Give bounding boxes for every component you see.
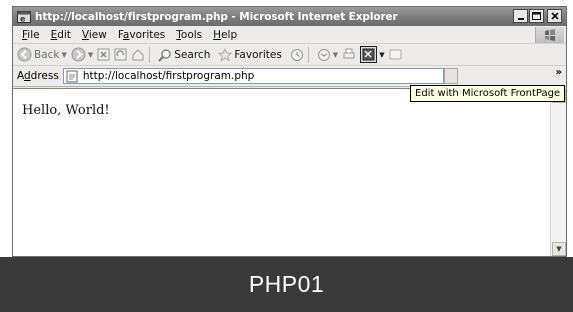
address-input[interactable]: http://localhost/firstprogram.php bbox=[62, 68, 444, 84]
search-button[interactable]: Search bbox=[158, 48, 210, 62]
window-title: http://localhost/firstprogram.php - Micr… bbox=[35, 10, 398, 23]
home-button[interactable] bbox=[131, 48, 145, 61]
print-icon bbox=[343, 48, 355, 59]
address-label-pre: A bbox=[17, 70, 24, 82]
toolbar-overflow-chevron-icon[interactable]: » bbox=[556, 67, 562, 78]
mail-icon bbox=[317, 48, 330, 61]
menu-edit[interactable]: Edit bbox=[51, 29, 71, 41]
page-body-text: Hello, World! bbox=[22, 103, 110, 118]
toolbar-divider bbox=[149, 46, 151, 63]
frontpage-icon bbox=[360, 46, 378, 63]
menu-tools-rest: ools bbox=[180, 28, 203, 41]
windows-logo-icon bbox=[535, 27, 564, 43]
mail-dropdown-icon[interactable]: ▼ bbox=[333, 51, 338, 59]
search-icon bbox=[158, 48, 171, 62]
vertical-scrollbar[interactable]: ▲ ▼ bbox=[550, 88, 566, 256]
stop-button[interactable] bbox=[97, 48, 110, 61]
browser-window: e http://localhost/firstprogram.php - Mi… bbox=[12, 6, 567, 257]
address-dropdown-button[interactable] bbox=[443, 68, 458, 84]
mail-button[interactable]: ▼ bbox=[317, 48, 338, 62]
address-label: Address bbox=[17, 70, 59, 82]
title-bar[interactable]: e http://localhost/firstprogram.php - Mi… bbox=[13, 7, 566, 26]
refresh-button[interactable] bbox=[114, 48, 127, 61]
page-icon bbox=[66, 70, 78, 82]
search-label: Search bbox=[174, 48, 211, 61]
menu-favorites-rest: vorites bbox=[129, 28, 166, 41]
scroll-down-arrow-icon[interactable]: ▼ bbox=[552, 242, 566, 256]
menu-help-rest: elp bbox=[221, 28, 238, 41]
refresh-icon bbox=[114, 48, 127, 61]
toolbar-divider bbox=[307, 46, 309, 63]
history-button[interactable] bbox=[290, 48, 304, 62]
discuss-button[interactable] bbox=[389, 48, 402, 61]
close-button[interactable] bbox=[547, 9, 562, 23]
menu-view-accel: V bbox=[81, 28, 89, 41]
menu-view-rest: iew bbox=[88, 28, 107, 41]
menu-help[interactable]: Help bbox=[213, 29, 237, 41]
address-label-accel: d bbox=[24, 70, 31, 82]
back-label: Back bbox=[34, 48, 60, 61]
caption-text: PHP01 bbox=[248, 271, 325, 297]
menu-view[interactable]: View bbox=[82, 29, 107, 41]
menu-edit-rest: dit bbox=[57, 28, 71, 41]
minimize-button[interactable] bbox=[513, 9, 528, 23]
toolbar: Back ▼ ▼ Search Favorites ▼ ▼ bbox=[13, 44, 566, 66]
page-content: Hello, World! bbox=[13, 88, 551, 256]
svg-text:e: e bbox=[20, 14, 26, 23]
print-button[interactable] bbox=[342, 48, 356, 61]
stop-icon bbox=[97, 48, 110, 61]
menu-bar: File Edit View Favorites Tools Help bbox=[13, 26, 566, 44]
address-bar: Address http://localhost/firstprogram.ph… bbox=[13, 66, 566, 87]
menu-help-accel: H bbox=[213, 28, 222, 41]
forward-arrow-icon bbox=[71, 47, 86, 62]
forward-button[interactable]: ▼ bbox=[71, 47, 93, 62]
internet-explorer-icon: e bbox=[16, 10, 31, 23]
favorites-button[interactable]: Favorites bbox=[218, 47, 282, 62]
back-dropdown-icon[interactable]: ▼ bbox=[62, 51, 67, 59]
menu-favorites[interactable]: Favorites bbox=[118, 29, 165, 41]
favorites-label: Favorites bbox=[234, 48, 282, 61]
back-arrow-icon bbox=[17, 47, 32, 62]
menu-file-rest: ile bbox=[27, 28, 40, 41]
back-button[interactable]: Back ▼ bbox=[17, 47, 67, 62]
star-icon bbox=[218, 47, 233, 62]
edit-frontpage-button[interactable]: ▼ bbox=[360, 46, 385, 63]
address-url: http://localhost/firstprogram.php bbox=[82, 70, 255, 82]
tooltip: Edit with Microsoft FrontPage bbox=[410, 85, 566, 102]
menu-file[interactable]: File bbox=[22, 29, 40, 41]
menu-tools[interactable]: Tools bbox=[176, 29, 202, 41]
home-icon bbox=[132, 49, 144, 61]
address-label-post: dress bbox=[30, 70, 59, 82]
forward-dropdown-icon[interactable]: ▼ bbox=[88, 51, 93, 59]
maximize-button[interactable] bbox=[529, 9, 544, 23]
discuss-icon bbox=[389, 49, 402, 60]
edit-dropdown-icon[interactable]: ▼ bbox=[379, 51, 384, 59]
caption-banner: PHP01 bbox=[0, 257, 573, 312]
history-icon bbox=[290, 48, 303, 61]
